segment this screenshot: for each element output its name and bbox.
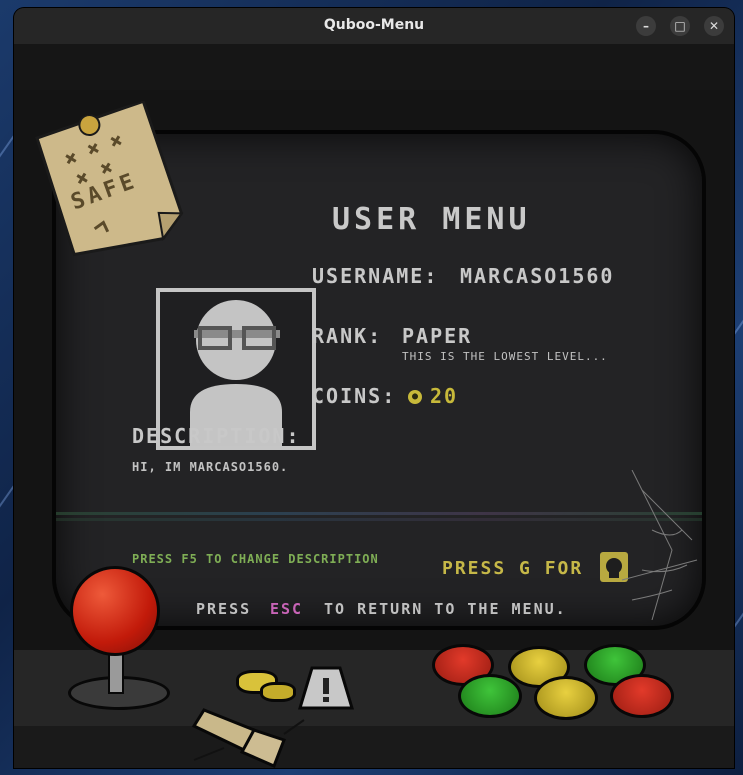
maximize-button[interactable]: □ xyxy=(670,16,690,36)
control-panel-edge xyxy=(14,726,734,768)
app-window: Quboo-Menu – □ ✕ USER MENU USERNAME: MAR… xyxy=(14,8,734,768)
rank-note: THIS IS THE LOWEST LEVEL... xyxy=(402,350,608,363)
arcade-button-green[interactable] xyxy=(458,674,522,718)
cobweb-icon xyxy=(621,470,698,620)
rank-label: RANK: xyxy=(312,324,383,348)
arcade-button-yellow[interactable] xyxy=(534,676,598,720)
arcade-scene: USER MENU USERNAME: MARCASO1560 RANK: PA… xyxy=(14,90,734,768)
rank-value: PAPER xyxy=(402,324,473,348)
close-button[interactable]: ✕ xyxy=(704,16,724,36)
f5-hint: PRESS F5 TO CHANGE DESCRIPTION xyxy=(132,552,379,566)
menu-title: USER MENU xyxy=(332,202,531,237)
esc-key[interactable]: ESC xyxy=(270,600,303,618)
joystick-ball xyxy=(70,566,160,656)
press-text: PRESS xyxy=(196,600,252,618)
scanline xyxy=(56,518,702,521)
coins-label: COINS: xyxy=(312,384,397,408)
esc-hint: TO RETURN TO THE MENU. xyxy=(324,600,567,618)
moth-icon xyxy=(191,708,305,768)
window-title: Quboo-Menu xyxy=(323,17,425,33)
title-bar: Quboo-Menu – □ ✕ xyxy=(14,8,734,44)
description-value: HI, IM MARCASO1560. xyxy=(132,460,289,474)
username-value: MARCASO1560 xyxy=(460,264,615,288)
arcade-button-red[interactable] xyxy=(610,674,674,718)
github-hint: PRESS G FOR xyxy=(442,558,584,579)
top-strip xyxy=(14,44,734,90)
scanline xyxy=(56,512,702,515)
coin-icon: ● xyxy=(408,390,422,404)
description-label: DESCRIPTION: xyxy=(132,424,301,448)
user-avatar-icon xyxy=(190,300,282,446)
minimize-button[interactable]: – xyxy=(636,16,656,36)
coins-value: 20 xyxy=(430,384,459,408)
username-label: USERNAME: xyxy=(312,264,439,288)
